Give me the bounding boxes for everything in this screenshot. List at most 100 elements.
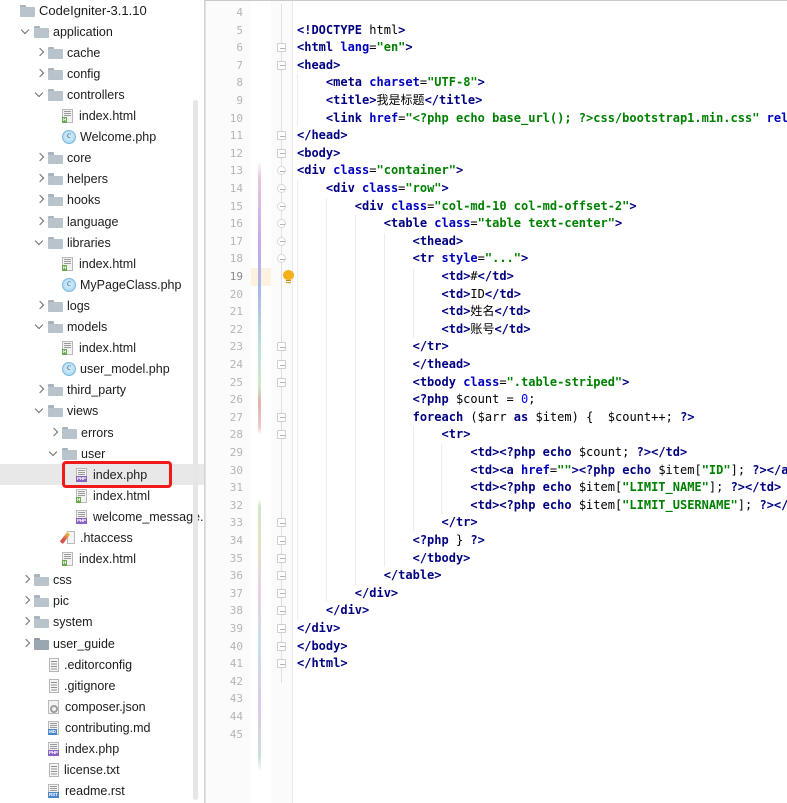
chevron-right-icon[interactable] <box>34 67 47 80</box>
tree-item-helpers[interactable]: helpers <box>0 169 204 190</box>
fold-toggle-line-16[interactable] <box>277 219 286 229</box>
code-line[interactable]: </tr> <box>297 514 478 532</box>
tree-item--editorconfig[interactable]: .editorconfig <box>0 654 204 675</box>
chevron-down-icon[interactable] <box>34 405 47 418</box>
chevron-down-icon[interactable] <box>34 88 47 101</box>
tree-item-license-txt[interactable]: license.txt <box>0 760 204 781</box>
code-line[interactable]: <body> <box>297 145 340 163</box>
tree-item-user[interactable]: user <box>0 443 204 464</box>
fold-toggle-line-24[interactable] <box>277 360 286 369</box>
chevron-right-icon[interactable] <box>34 215 47 228</box>
chevron-down-icon[interactable] <box>20 25 33 38</box>
code-line[interactable]: <tbody class=".table-striped"> <box>297 374 630 392</box>
tree-item--htaccess[interactable]: .htaccess <box>0 528 204 549</box>
fold-toggle-line-11[interactable] <box>277 131 286 141</box>
fold-toggle-line-40[interactable] <box>277 641 286 651</box>
chevron-right-icon[interactable] <box>34 152 47 165</box>
chevron-right-icon[interactable] <box>34 194 47 207</box>
chevron-right-icon[interactable] <box>34 46 47 59</box>
tree-item-index-html[interactable]: Hindex.html <box>0 106 204 127</box>
tree-item-user-guide[interactable]: user_guide <box>0 633 204 654</box>
code-line[interactable]: <td><?php echo $count; ?></td> <box>297 444 687 462</box>
fold-toggle-line-17[interactable] <box>277 236 286 246</box>
code-line[interactable]: <title>我是标题</title> <box>297 92 482 110</box>
tree-item-css[interactable]: css <box>0 570 204 591</box>
tree-item-models[interactable]: models <box>0 317 204 338</box>
code-line[interactable]: <td>#</td> <box>297 268 514 286</box>
tree-item-language[interactable]: language <box>0 211 204 232</box>
tree-item-cache[interactable]: cache <box>0 42 204 63</box>
code-line[interactable]: </head> <box>297 127 348 145</box>
chevron-right-icon[interactable] <box>20 595 33 608</box>
tree-item-index-html[interactable]: Hindex.html <box>0 253 204 274</box>
tree-item-libraries[interactable]: libraries <box>0 232 204 253</box>
fold-toggle-line-38[interactable] <box>277 606 286 616</box>
code-line[interactable]: <td>姓名</td> <box>297 303 531 321</box>
project-file-tree[interactable]: CodeIgniter-3.1.10 application cache config… <box>0 0 205 803</box>
code-line[interactable]: </div> <box>297 620 340 638</box>
fold-toggle-line-35[interactable] <box>277 553 286 563</box>
fold-toggle-line-39[interactable] <box>277 624 286 633</box>
code-line[interactable]: foreach ($arr as $item) { $count++; ?> <box>297 409 695 427</box>
tree-item-index-php[interactable]: PHP index.php <box>0 464 204 486</box>
chevron-down-icon[interactable] <box>34 321 47 334</box>
fold-toggle-line-36[interactable] <box>277 571 286 581</box>
tree-item-system[interactable]: system <box>0 612 204 633</box>
fold-toggle-line-14[interactable] <box>277 184 286 193</box>
tree-item-index-html[interactable]: Hindex.html <box>0 338 204 359</box>
fold-toggle-line-33[interactable] <box>277 518 286 528</box>
code-line[interactable]: </html> <box>297 655 348 673</box>
chevron-right-icon[interactable] <box>48 426 61 439</box>
code-line[interactable]: </div> <box>297 602 369 620</box>
fold-toggle-line-13[interactable] <box>277 166 286 176</box>
tree-item-third-party[interactable]: third_party <box>0 380 204 401</box>
fold-toggle-line-12[interactable] <box>277 148 286 158</box>
line-number-gutter[interactable]: 4 5 6 7 8 9 10 11 12 13 14 15 16 17 18 19 20 21 22 23 24 25 26… <box>205 1 251 803</box>
code-line[interactable]: <?php } ?> <box>297 532 485 550</box>
fold-toggle-line-7[interactable] <box>277 60 286 70</box>
code-line[interactable]: <thead> <box>297 233 464 251</box>
chevron-right-icon[interactable] <box>20 574 33 587</box>
fold-toggle-line-6[interactable] <box>277 43 286 53</box>
chevron-down-icon[interactable] <box>34 236 47 249</box>
tree-item-errors[interactable]: errors <box>0 422 204 443</box>
code-line[interactable]: </table> <box>297 567 442 585</box>
code-line[interactable]: <?php $count = 0; <box>297 391 536 409</box>
code-line[interactable]: <head> <box>297 57 340 75</box>
lightbulb-icon[interactable] <box>283 270 294 283</box>
tree-item-index-html[interactable]: Hindex.html <box>0 485 204 506</box>
code-line[interactable]: <tr> <box>297 426 471 444</box>
code-line[interactable]: </body> <box>297 638 348 656</box>
chevron-right-icon[interactable] <box>34 384 47 397</box>
tree-item-application[interactable]: application <box>0 21 204 42</box>
tree-item-core[interactable]: core <box>0 148 204 169</box>
code-line[interactable]: <meta charset="UTF-8"> <box>297 74 485 92</box>
chevron-right-icon[interactable] <box>20 637 33 650</box>
code-line[interactable]: <td>账号</td> <box>297 321 531 339</box>
fold-toggle-line-15[interactable] <box>277 201 286 211</box>
code-text-area[interactable]: <!DOCTYPE html> <html lang="en"> <head> <m… <box>293 1 787 803</box>
code-editor[interactable]: 4 5 6 7 8 9 10 11 12 13 14 15 16 17 18 19 20 21 22 23 24 25 26… <box>205 0 787 803</box>
code-line[interactable]: <div class="container"> <box>297 162 463 180</box>
tree-item-readme-rst[interactable]: RST readme.rst <box>0 781 204 802</box>
code-folding-column[interactable] <box>271 1 293 803</box>
tree-item-views[interactable]: views <box>0 401 204 422</box>
code-line[interactable]: <link href="<?php echo base_url(); ?>css… <box>297 110 787 128</box>
tree-item-controllers[interactable]: controllers <box>0 84 204 105</box>
code-line[interactable]: <td><?php echo $item["LIMIT_NAME"]; ?></… <box>297 479 781 497</box>
code-line[interactable]: <div class="col-md-10 col-md-offset-2"> <box>297 198 637 216</box>
code-line[interactable]: <html lang="en"> <box>297 39 413 57</box>
chevron-right-icon[interactable] <box>20 616 33 629</box>
sidebar-scrollbar-track[interactable] <box>193 0 201 803</box>
tree-item-index-html[interactable]: Hindex.html <box>0 549 204 570</box>
tree-item-welcome-php[interactable]: Welcome.php <box>0 127 204 148</box>
code-line[interactable]: <div class="row"> <box>297 180 449 198</box>
tree-item-index-php[interactable]: PHP index.php <box>0 739 204 760</box>
fold-toggle-line-41[interactable] <box>277 659 286 669</box>
chevron-down-icon[interactable] <box>48 447 61 460</box>
fold-toggle-line-37[interactable] <box>277 588 286 598</box>
code-line[interactable]: <td><?php echo $item["LIMIT_USERNAME"]; … <box>297 497 787 515</box>
tree-item-user-model-php[interactable]: user_model.php <box>0 359 204 380</box>
fold-toggle-line-28[interactable] <box>277 430 286 440</box>
code-line[interactable]: <td>ID</td> <box>297 286 522 304</box>
